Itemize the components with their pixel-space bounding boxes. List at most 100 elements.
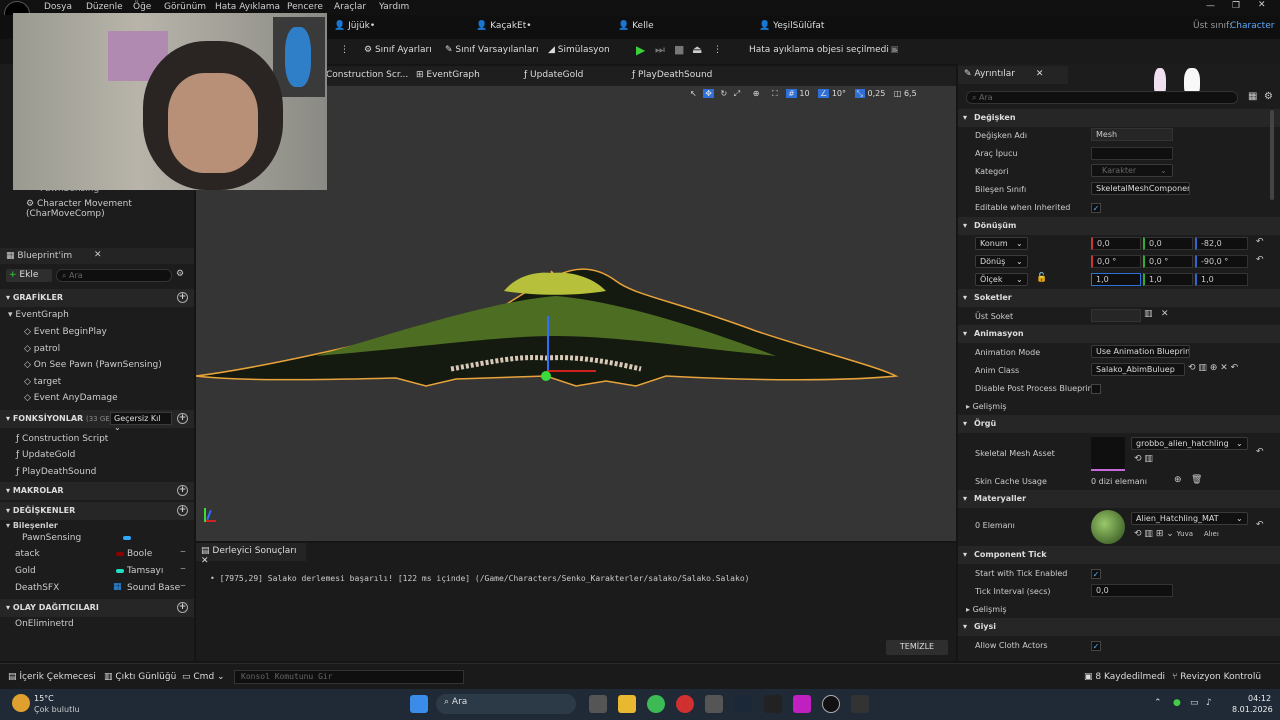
location-y-field[interactable]: 0,0 (1143, 237, 1193, 250)
rotation-snap-value[interactable]: 10° (832, 89, 846, 98)
tab-kacaket[interactable]: 👤 KaçakEt• (476, 21, 532, 31)
close-icon[interactable]: ✕ (1258, 0, 1266, 10)
menu-edit[interactable]: Düzenle (86, 2, 123, 12)
variable-visibility-icon[interactable]: ⌣ (180, 547, 186, 557)
disable-pp-checkbox[interactable]: ✓ (1091, 384, 1101, 394)
variable-visibility-icon[interactable]: ⌣ (180, 564, 186, 574)
class-defaults-button[interactable]: ✎ Sınıf Varsayılanları (445, 45, 539, 55)
variable-death-sfx[interactable]: DeathSFX (15, 583, 59, 593)
steam-icon[interactable] (734, 695, 752, 713)
compiler-tab[interactable]: ▤ Derleyici Sonuçları ✕ (196, 543, 306, 566)
browse-socket-icon[interactable]: ▥ (1144, 309, 1153, 319)
clear-button[interactable]: TEMİZLE (886, 640, 948, 655)
add-function-icon[interactable]: + (177, 413, 188, 424)
network-icon[interactable]: ▭ (1190, 698, 1199, 708)
tab-yesilsulufat[interactable]: 👤 YeşilSülüfat (759, 21, 824, 31)
component-class-dropdown[interactable]: SkeletalMeshComponent ⌄ (1091, 182, 1190, 195)
material-dropdown[interactable]: Alien_Hatchling_MAT ⌄ (1131, 512, 1248, 525)
details-search-input[interactable]: ⌕ Ara (966, 91, 1238, 104)
taskbar-search[interactable]: ⌕ Ara (436, 694, 576, 714)
chevron-down-icon[interactable]: ⌄ (1166, 529, 1174, 539)
dispatchers-section[interactable]: ▾ OLAY DAĞITICILARI + (0, 599, 194, 617)
scale-snap-icon[interactable]: ⤡ (854, 89, 865, 98)
allow-cloth-checkbox[interactable]: ✓ (1091, 641, 1101, 651)
animation-section[interactable]: ▾ Animasyon (958, 325, 1280, 343)
menu-debug[interactable]: Hata Ayıklama (215, 2, 280, 12)
browse-icon[interactable]: ▥ (1144, 529, 1153, 539)
skeletal-mesh-thumbnail[interactable] (1091, 437, 1125, 471)
materials-section[interactable]: ▾ Materyaller (958, 490, 1280, 508)
skin-cache-add-icon[interactable]: ⊕ (1174, 475, 1182, 485)
weather-desc[interactable]: Çok bulutlu (34, 705, 80, 714)
variable-gold[interactable]: Gold (15, 566, 36, 576)
rotation-x-field[interactable]: 0,0 ° (1091, 255, 1141, 268)
volume-icon[interactable]: ♪ (1206, 698, 1212, 708)
function-construction-script[interactable]: ƒ Construction Script (16, 434, 108, 444)
tab-update-gold[interactable]: ƒ UpdateGold (524, 70, 583, 80)
event-any-damage[interactable]: ◇ Event AnyDamage (24, 393, 118, 403)
use-selected-icon[interactable]: ⟲ (1134, 529, 1142, 539)
settings-icon[interactable]: ⚙ (1264, 91, 1273, 102)
tray-chevron-icon[interactable]: ⌃ (1154, 698, 1162, 708)
clock-time[interactable]: 04:12 (1248, 694, 1271, 703)
tab-jujuk[interactable]: 👤 Jüjük• (334, 21, 375, 31)
tab-construction-script[interactable]: Construction Scr... (326, 70, 408, 80)
location-mode-dropdown[interactable]: Konum ⌄ (975, 237, 1028, 250)
reset-material-icon[interactable]: ↶ (1256, 520, 1264, 530)
step-icon[interactable]: ⏭ (655, 43, 665, 57)
start-tick-checkbox[interactable]: ✓ (1091, 569, 1101, 579)
settings-icon[interactable]: ⚙ (176, 269, 184, 279)
scale-y-field[interactable]: 1,0 (1143, 273, 1193, 286)
macros-section[interactable]: ▾ MAKROLAR + (0, 482, 194, 500)
function-update-gold[interactable]: ƒ UpdateGold (16, 450, 75, 460)
use-selected-icon[interactable]: ⟲ (1188, 363, 1196, 373)
location-z-field[interactable]: -82,0 (1195, 237, 1248, 250)
function-play-death-sound[interactable]: ƒ PlayDeathSound (16, 467, 96, 477)
maximize-icon[interactable]: ❐ (1232, 1, 1240, 11)
reset-icon[interactable]: ↶ (1231, 363, 1239, 373)
add-icon[interactable]: ⊕ (1210, 363, 1218, 373)
scale-z-field[interactable]: 1,0 (1195, 273, 1248, 286)
sockets-section[interactable]: ▾ Soketler (958, 289, 1280, 307)
scale-snap-value[interactable]: 0,25 (868, 89, 886, 98)
grid-view-icon[interactable]: ▦ (1248, 91, 1257, 102)
mic-icon[interactable]: ● (1173, 698, 1181, 708)
material-thumbnail[interactable] (1091, 510, 1125, 544)
variable-pawn-sensing[interactable]: PawnSensing (22, 533, 81, 543)
reset-location-icon[interactable]: ↶ (1256, 237, 1264, 247)
app-icon[interactable] (851, 695, 869, 713)
clock-date[interactable]: 8.01.2026 (1232, 705, 1273, 714)
advanced-toggle[interactable]: ▸ Gelişmiş (966, 402, 1006, 411)
graph-event-graph[interactable]: ▾ EventGraph (8, 310, 69, 320)
details-scrollbar[interactable] (1270, 110, 1274, 200)
menu-help[interactable]: Yardım (379, 2, 409, 12)
rotation-y-field[interactable]: 0,0 ° (1143, 255, 1193, 268)
dispatcher-item[interactable]: OnEliminetrd (15, 619, 74, 629)
clear-icon[interactable]: ✕ (1220, 363, 1228, 373)
event-target[interactable]: ◇ target (24, 377, 61, 387)
blueprint-panel-title[interactable]: ▦ Blueprint'im (6, 251, 72, 261)
reset-rotation-icon[interactable]: ↶ (1256, 255, 1264, 265)
minimize-icon[interactable]: — (1206, 1, 1215, 11)
world-icon[interactable]: ⊕ (753, 89, 760, 98)
play-options-icon[interactable]: ⋮ (713, 45, 722, 55)
grid-snap-value[interactable]: 10 (799, 89, 809, 98)
scale-mode-dropdown[interactable]: Ölçek ⌄ (975, 273, 1028, 286)
add-dispatcher-icon[interactable]: + (177, 602, 188, 613)
components-category[interactable]: ▾ Bileşenler (6, 521, 58, 530)
camera-speed-value[interactable]: 6,5 (904, 89, 917, 98)
blueprint-search-input[interactable]: ⌕ Ara (56, 269, 172, 282)
var-name-field[interactable]: Mesh (1091, 128, 1173, 141)
close-tab-icon[interactable]: ✕ (1036, 69, 1044, 79)
location-x-field[interactable]: 0,0 (1091, 237, 1141, 250)
tab-play-death-sound[interactable]: ƒ PlayDeathSound (632, 70, 712, 80)
scale-x-field[interactable]: 1,0 (1091, 273, 1141, 286)
cmd-dropdown[interactable]: ▭ Cmd ⌄ (182, 672, 225, 682)
play-icon[interactable]: ▶ (636, 43, 645, 57)
windows-start-icon[interactable] (410, 695, 428, 713)
menu-file[interactable]: Dosya (44, 2, 72, 12)
anim-mode-dropdown[interactable]: Use Animation Blueprint ⌄ (1091, 345, 1190, 358)
eject-icon[interactable]: ⏏ (692, 43, 702, 56)
rotation-mode-dropdown[interactable]: Dönüş ⌄ (975, 255, 1028, 268)
parent-class-link[interactable]: Character (1230, 21, 1274, 31)
